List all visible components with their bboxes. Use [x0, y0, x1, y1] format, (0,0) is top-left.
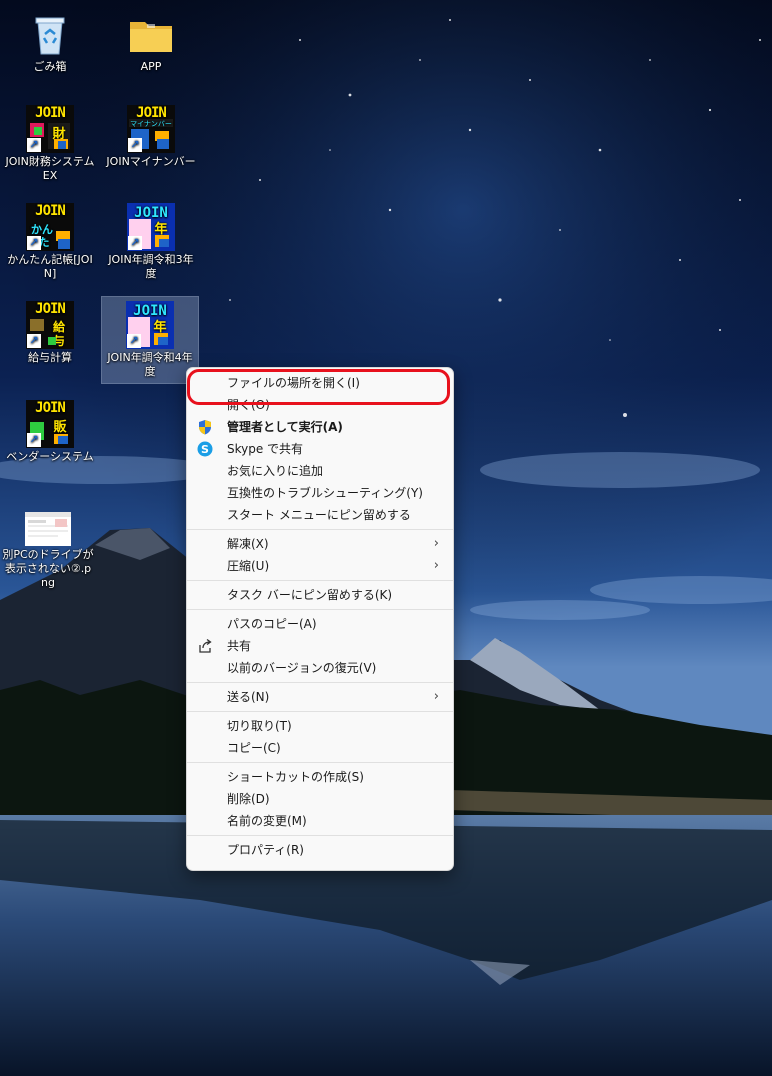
- menu-separator: [187, 835, 453, 836]
- menu-separator: [187, 711, 453, 712]
- menu-item[interactable]: 以前のバージョンの復元(V): [191, 657, 449, 679]
- icon-label: 別PCのドライブが表示されない②.png: [2, 548, 94, 589]
- menu-separator: [187, 529, 453, 530]
- menu-item-label: スタート メニューにピン留めする: [227, 508, 411, 522]
- menu-separator: [187, 609, 453, 610]
- shortcut-arrow-icon: ↗: [27, 138, 41, 152]
- icon-label: 給与計算: [28, 351, 72, 364]
- kantan-kicho-shortcut[interactable]: JOIN かん た ↗ かんたん記帳[JOIN]: [2, 199, 98, 283]
- menu-item[interactable]: お気に入りに追加: [191, 460, 449, 482]
- join-nencho-r4-icon: JOIN 年 ↗: [126, 301, 174, 349]
- svg-text:販: 販: [53, 419, 67, 435]
- chevron-right-icon: ›: [433, 689, 439, 704]
- menu-item[interactable]: 送る(N) ›: [191, 686, 449, 708]
- vendor-system-icon: JOIN 販 ↗: [26, 400, 74, 448]
- menu-item-label: プロパティ(R): [227, 843, 304, 857]
- menu-separator: [187, 762, 453, 763]
- menu-item[interactable]: 削除(D): [191, 788, 449, 810]
- chevron-right-icon: ›: [433, 536, 439, 551]
- recycle-bin-icon: [26, 10, 74, 58]
- chevron-right-icon: ›: [433, 558, 439, 573]
- menu-item[interactable]: ショートカットの作成(S): [191, 766, 449, 788]
- svg-text:給: 給: [53, 319, 66, 334]
- kantan-kicho-icon: JOIN かん た ↗: [26, 203, 74, 251]
- svg-text:年: 年: [153, 319, 166, 335]
- menu-item-label: 送る(N): [227, 690, 270, 704]
- menu-item-label: 解凍(X): [227, 537, 269, 551]
- context-menu: ファイルの場所を開く(I) 開く(O) 管理者として実行(A) S Skype で共有お…: [186, 367, 454, 871]
- icon-label: APP: [140, 60, 162, 73]
- svg-text:マイナンバー: マイナンバー: [130, 120, 172, 128]
- menu-item-label: 互換性のトラブルシューティング(Y): [227, 486, 423, 500]
- menu-item-label: タスク バーにピン留めする(K): [227, 588, 393, 602]
- menu-item[interactable]: コピー(C): [191, 737, 449, 759]
- icon-label: JOIN年調令和4年度: [107, 351, 193, 378]
- icon-label: JOIN年調令和3年度: [108, 253, 194, 280]
- svg-text:JOIN: JOIN: [134, 205, 168, 221]
- menu-item[interactable]: プロパティ(R): [191, 839, 449, 861]
- menu-item[interactable]: 切り取り(T): [191, 715, 449, 737]
- icon-label: ベンダーシステム: [6, 450, 94, 463]
- png-file-shortcut[interactable]: 別PCのドライブが表示されない②.png: [0, 508, 96, 592]
- menu-item-label: 削除(D): [227, 792, 270, 806]
- join-mynumber-icon: JOIN マイナンバー ↗: [127, 105, 175, 153]
- menu-item-label: 管理者として実行(A): [227, 420, 343, 434]
- menu-item-label: Skype で共有: [227, 442, 304, 456]
- shortcut-arrow-icon: ↗: [27, 433, 41, 447]
- menu-item-label: ショートカットの作成(S): [227, 770, 364, 784]
- svg-text:年: 年: [154, 221, 167, 237]
- icon-label: JOINマイナンバー: [106, 155, 196, 168]
- vendor-system-shortcut[interactable]: JOIN 販 ↗ ベンダーシステム: [2, 396, 98, 466]
- menu-item-label: 以前のバージョンの復元(V): [227, 661, 377, 675]
- shortcut-arrow-icon: ↗: [128, 236, 142, 250]
- join-zaimu-icon: JOIN 財 ↗: [26, 105, 74, 153]
- svg-text:S: S: [201, 443, 209, 456]
- app-folder-shortcut[interactable]: APP: [103, 6, 199, 76]
- menu-item[interactable]: 解凍(X) ›: [191, 533, 449, 555]
- menu-separator: [187, 682, 453, 683]
- share-icon: [197, 638, 213, 654]
- recycle-bin-shortcut[interactable]: ごみ箱: [2, 6, 98, 76]
- shortcut-arrow-icon: ↗: [128, 138, 142, 152]
- menu-item-label: コピー(C): [227, 741, 281, 755]
- join-nencho-r4-shortcut[interactable]: JOIN 年 ↗ JOIN年調令和4年度: [101, 296, 199, 384]
- menu-item[interactable]: 共有: [191, 635, 449, 657]
- menu-separator: [187, 580, 453, 581]
- menu-item[interactable]: 圧縮(U) ›: [191, 555, 449, 577]
- menu-item[interactable]: タスク バーにピン留めする(K): [191, 584, 449, 606]
- icon-label: かんたん記帳[JOIN]: [7, 253, 93, 280]
- join-mynumber-shortcut[interactable]: JOIN マイナンバー ↗ JOINマイナンバー: [103, 101, 199, 171]
- menu-item-label: パスのコピー(A): [227, 617, 317, 631]
- uac-shield-icon: [197, 419, 213, 435]
- kyuyo-keisan-shortcut[interactable]: JOIN 給 与 ↗ 給与計算: [2, 297, 98, 367]
- shortcut-arrow-icon: ↗: [27, 236, 41, 250]
- shortcut-arrow-icon: ↗: [27, 334, 41, 348]
- menu-item-label: 共有: [227, 639, 252, 653]
- menu-item-label: 圧縮(U): [227, 559, 270, 573]
- menu-item[interactable]: 管理者として実行(A): [191, 416, 449, 438]
- image-file-icon: [25, 512, 71, 546]
- svg-text:かん: かん: [31, 223, 53, 236]
- menu-item[interactable]: S Skype で共有: [191, 438, 449, 460]
- shortcut-arrow-icon: ↗: [127, 334, 141, 348]
- icon-label: JOIN財務システムEX: [5, 155, 95, 182]
- icon-label: ごみ箱: [33, 60, 67, 73]
- join-nencho-r3-shortcut[interactable]: JOIN 年 ↗ JOIN年調令和3年度: [103, 199, 199, 283]
- menu-item-label: 名前の変更(M): [227, 814, 307, 828]
- menu-item[interactable]: パスのコピー(A): [191, 613, 449, 635]
- skype-icon: S: [197, 441, 213, 457]
- menu-item-label: 切り取り(T): [227, 719, 292, 733]
- join-nencho-r3-icon: JOIN 年 ↗: [127, 203, 175, 251]
- menu-item-label: お気に入りに追加: [227, 464, 324, 478]
- menu-item[interactable]: スタート メニューにピン留めする: [191, 504, 449, 526]
- menu-item[interactable]: 名前の変更(M): [191, 810, 449, 832]
- menu-item[interactable]: 互換性のトラブルシューティング(Y): [191, 482, 449, 504]
- svg-text:JOIN: JOIN: [133, 303, 167, 319]
- red-highlight-ring: [187, 369, 450, 405]
- folder-icon: [127, 10, 175, 58]
- join-zaimu-shortcut[interactable]: JOIN 財 ↗ JOIN財務システムEX: [2, 101, 98, 185]
- kyuyo-keisan-icon: JOIN 給 与 ↗: [26, 301, 74, 349]
